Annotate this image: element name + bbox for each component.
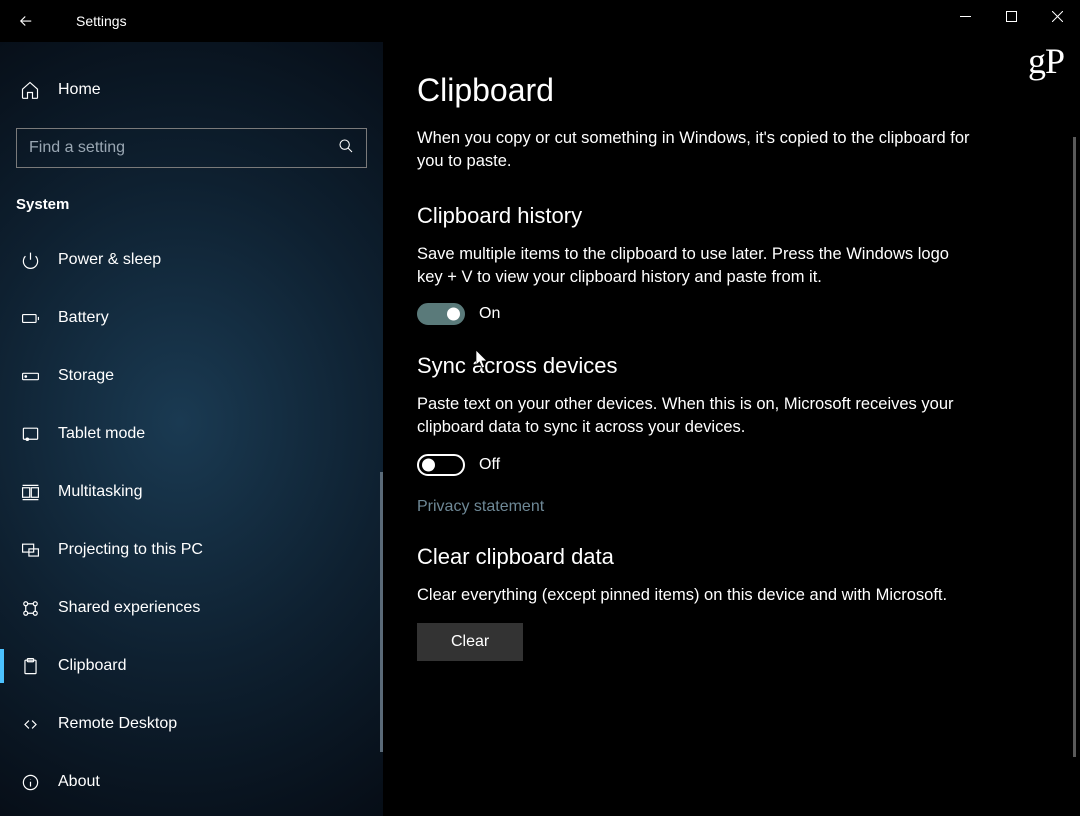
main-content: Clipboard When you copy or cut something… — [383, 42, 1080, 816]
sidebar-section-label: System — [0, 168, 383, 221]
history-toggle-state: On — [479, 305, 500, 323]
sidebar-home-label: Home — [58, 81, 101, 99]
privacy-statement-link[interactable]: Privacy statement — [417, 498, 544, 516]
page-intro: When you copy or cut something in Window… — [417, 127, 977, 173]
sidebar-item-storage[interactable]: Storage — [0, 347, 383, 405]
back-button[interactable] — [0, 0, 52, 42]
mouse-cursor — [476, 350, 490, 375]
history-desc: Save multiple items to the clipboard to … — [417, 243, 977, 289]
sidebar-home[interactable]: Home — [0, 70, 383, 110]
sidebar-item-clipboard[interactable]: Clipboard — [0, 637, 383, 695]
power-icon — [20, 250, 40, 270]
sidebar-item-remote-desktop[interactable]: Remote Desktop — [0, 695, 383, 753]
minimize-button[interactable] — [942, 0, 988, 32]
sync-toggle-state: Off — [479, 456, 500, 474]
window-title: Settings — [76, 13, 127, 29]
home-icon — [20, 80, 40, 100]
minimize-icon — [960, 11, 971, 22]
sidebar-item-projecting[interactable]: Projecting to this PC — [0, 521, 383, 579]
about-icon — [20, 772, 40, 792]
main-scrollbar[interactable] — [1073, 137, 1076, 757]
remote-desktop-icon — [20, 714, 40, 734]
clear-group: Clear clipboard data Clear everything (e… — [417, 544, 1020, 661]
sidebar-item-label: Tablet mode — [58, 425, 145, 443]
clear-button[interactable]: Clear — [417, 623, 523, 661]
search-icon — [338, 138, 354, 159]
history-heading: Clipboard history — [417, 203, 1020, 229]
history-toggle[interactable] — [417, 303, 465, 325]
sidebar-item-battery[interactable]: Battery — [0, 289, 383, 347]
watermark: gP — [1028, 40, 1064, 82]
sidebar-item-shared-experiences[interactable]: Shared experiences — [0, 579, 383, 637]
search-input[interactable] — [29, 139, 322, 157]
sync-toggle[interactable] — [417, 454, 465, 476]
sync-group: Sync across devices Paste text on your o… — [417, 353, 1020, 515]
sidebar-item-label: Storage — [58, 367, 114, 385]
window-controls — [942, 0, 1080, 32]
sidebar-item-label: About — [58, 773, 100, 791]
maximize-icon — [1006, 11, 1017, 22]
sidebar-item-label: Shared experiences — [58, 599, 200, 617]
sidebar-item-label: Multitasking — [58, 483, 142, 501]
sidebar-item-label: Clipboard — [58, 657, 126, 675]
sidebar-item-tablet-mode[interactable]: Tablet mode — [0, 405, 383, 463]
sync-desc: Paste text on your other devices. When t… — [417, 393, 977, 439]
sidebar-item-multitasking[interactable]: Multitasking — [0, 463, 383, 521]
search-input-wrapper[interactable] — [16, 128, 367, 168]
page-title: Clipboard — [417, 72, 1020, 109]
clipboard-history-group: Clipboard history Save multiple items to… — [417, 203, 1020, 325]
sidebar-item-label: Projecting to this PC — [58, 541, 203, 559]
battery-icon — [20, 308, 40, 328]
sidebar-item-about[interactable]: About — [0, 753, 383, 811]
arrow-left-icon — [17, 12, 35, 30]
sidebar-item-label: Remote Desktop — [58, 715, 177, 733]
close-icon — [1052, 11, 1063, 22]
maximize-button[interactable] — [988, 0, 1034, 32]
clear-heading: Clear clipboard data — [417, 544, 1020, 570]
projecting-icon — [20, 540, 40, 560]
clipboard-icon — [20, 656, 40, 676]
sidebar: Home System Power & sleep Battery Storag… — [0, 42, 383, 816]
multitasking-icon — [20, 482, 40, 502]
storage-icon — [20, 366, 40, 386]
clear-desc: Clear everything (except pinned items) o… — [417, 584, 977, 607]
sidebar-nav: Power & sleep Battery Storage Tablet mod… — [0, 231, 383, 811]
tablet-icon — [20, 424, 40, 444]
sidebar-item-label: Power & sleep — [58, 251, 161, 269]
close-button[interactable] — [1034, 0, 1080, 32]
sync-heading: Sync across devices — [417, 353, 1020, 379]
titlebar: Settings — [0, 0, 1080, 42]
sidebar-item-label: Battery — [58, 309, 109, 327]
sidebar-item-power-sleep[interactable]: Power & sleep — [0, 231, 383, 289]
shared-icon — [20, 598, 40, 618]
